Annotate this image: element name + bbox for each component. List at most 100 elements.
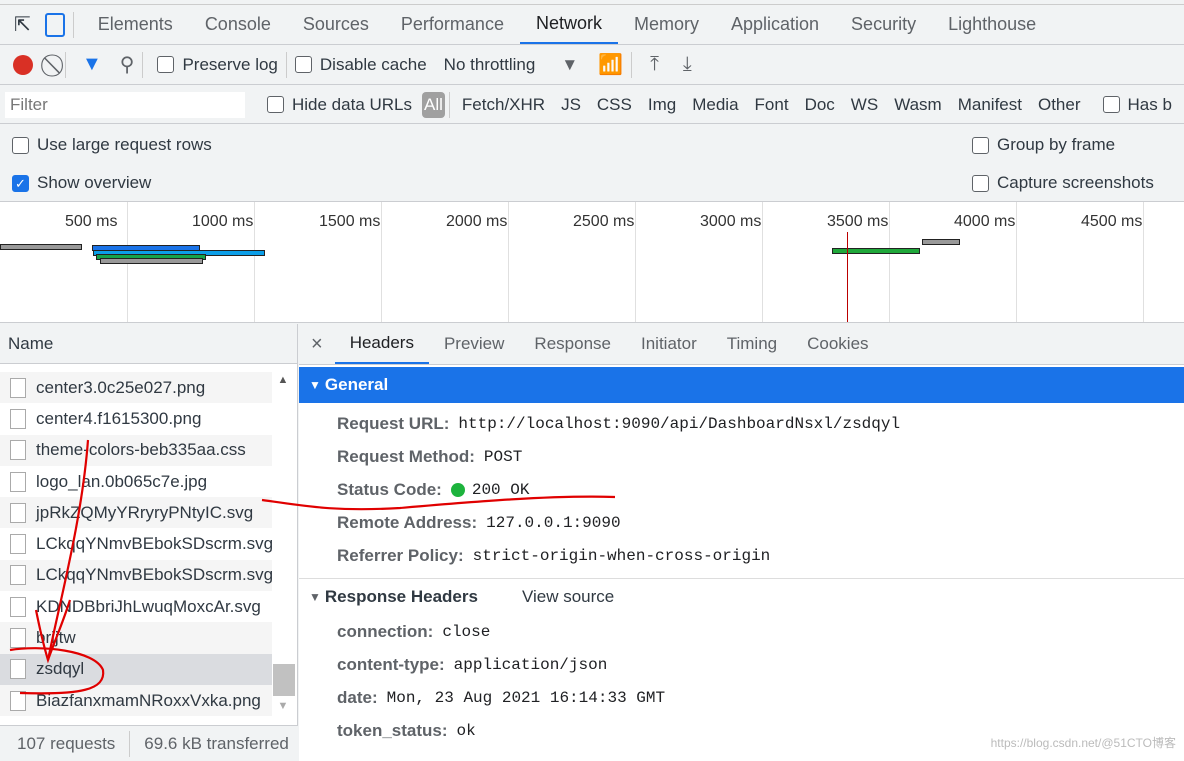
grid-line: [1143, 202, 1144, 322]
request-row[interactable]: logo_lan.0b065c7e.jpg: [0, 466, 272, 497]
header-value: close: [442, 622, 491, 641]
scroll-down-icon[interactable]: ▼: [273, 700, 293, 712]
filter-type-js[interactable]: JS: [553, 95, 589, 115]
filter-type-all[interactable]: All: [422, 91, 445, 118]
time-tick-label: 500 ms: [65, 213, 118, 230]
request-name: logo_lan.0b065c7e.jpg: [36, 471, 208, 491]
request-row[interactable]: center3.0c25e027.png: [0, 372, 272, 404]
throttling-select[interactable]: No throttling: [444, 55, 536, 75]
filter-input[interactable]: Filter: [5, 91, 245, 118]
group-by-frame-checkbox[interactable]: [972, 136, 989, 154]
request-row[interactable]: theme-colors-beb335aa.css: [0, 434, 272, 466]
request-name: center4.f1615300.png: [36, 408, 202, 428]
hide-data-urls-checkbox[interactable]: [267, 96, 284, 113]
header-key: Status Code:: [337, 479, 442, 499]
request-row[interactable]: center4.f1615300.png: [0, 403, 272, 434]
tab-headers[interactable]: Headers: [334, 324, 429, 364]
overview-bar: [922, 239, 960, 245]
header-key: date:: [337, 687, 378, 707]
filter-type-manifest[interactable]: Manifest: [950, 95, 1030, 115]
tab-initiator[interactable]: Initiator: [626, 324, 712, 364]
header-value: 127.0.0.1:9090: [486, 513, 621, 532]
tab-memory[interactable]: Memory: [618, 5, 715, 44]
request-name: BiazfanxmamNRoxxVxka.png: [36, 690, 261, 710]
disable-cache-checkbox[interactable]: [294, 56, 312, 73]
tab-elements[interactable]: Elements: [82, 5, 189, 44]
filter-type-ws[interactable]: WS: [843, 95, 886, 115]
tab-application[interactable]: Application: [715, 5, 835, 44]
general-section-header[interactable]: ▼ General: [299, 367, 1184, 403]
request-name: zsdqyl: [36, 659, 85, 679]
request-row[interactable]: LCkqqYNmvBEbokSDscrm.svg: [0, 528, 273, 559]
tab-response[interactable]: Response: [519, 324, 626, 364]
chevron-down-icon[interactable]: ▼: [561, 55, 578, 75]
divider: [72, 11, 74, 38]
header-value: Mon, 23 Aug 2021 16:14:33 GMT: [386, 688, 666, 707]
request-name: theme-colors-beb335aa.css: [36, 440, 246, 460]
response-headers-title: Response Headers: [324, 587, 478, 606]
filter-type-img[interactable]: Img: [640, 95, 684, 115]
triangle-down-icon: ▼: [309, 590, 321, 604]
scrollbar[interactable]: ▲ ▼: [273, 374, 295, 712]
filter-type-doc[interactable]: Doc: [797, 95, 843, 115]
name-column-header[interactable]: Name: [0, 324, 297, 364]
tab-performance[interactable]: Performance: [385, 5, 520, 44]
device-toolbar-icon[interactable]: [44, 12, 65, 37]
header-key: Request Method:: [337, 446, 475, 466]
time-tick-label: 2500 ms: [573, 213, 635, 230]
time-tick-label: 3000 ms: [700, 213, 762, 230]
general-header-row: Request Method: POST: [299, 440, 1184, 473]
view-source-link[interactable]: View source: [522, 587, 614, 607]
triangle-down-icon: ▼: [309, 378, 321, 392]
tab-console[interactable]: Console: [189, 5, 287, 44]
request-row[interactable]: LCkqqYNmvBEbokSDscrm.svg: [0, 559, 273, 592]
record-icon[interactable]: [13, 54, 33, 75]
export-har-icon[interactable]: ⤓: [683, 53, 692, 76]
tab-security[interactable]: Security: [835, 5, 932, 44]
time-tick-label: 3500 ms: [827, 213, 889, 230]
grid-line: [1016, 202, 1017, 322]
header-value: ok: [456, 721, 476, 740]
filter-icon[interactable]: ▼: [82, 53, 102, 76]
response-headers-section-header[interactable]: ▼ Response Headers View source: [299, 579, 1184, 615]
disable-cache-label: Disable cache: [319, 54, 427, 74]
close-icon[interactable]: ×: [299, 333, 335, 356]
wifi-settings-icon[interactable]: 📶: [598, 52, 623, 77]
show-overview-checkbox[interactable]: ✓: [12, 174, 29, 192]
filter-type-other[interactable]: Other: [1030, 95, 1089, 115]
time-tick-label: 4500 ms: [1081, 213, 1143, 230]
tab-lighthouse[interactable]: Lighthouse: [932, 5, 1052, 44]
preserve-log-checkbox[interactable]: [157, 56, 175, 73]
tab-network[interactable]: Network: [519, 5, 618, 44]
search-icon[interactable]: ⚲: [120, 52, 135, 77]
request-row[interactable]: KDNDBbriJhLwuqMoxcAr.svg: [0, 591, 272, 622]
request-row[interactable]: jpRkZQMyYRryryPNtyIC.svg: [0, 497, 272, 529]
scroll-up-icon[interactable]: ▲: [273, 374, 293, 386]
request-row[interactable]: brijtw: [0, 622, 272, 654]
large-rows-checkbox[interactable]: [12, 136, 29, 154]
filter-type-font[interactable]: Font: [747, 95, 797, 115]
file-icon: [10, 408, 26, 429]
capture-screenshots-checkbox[interactable]: [972, 174, 989, 192]
scrollbar-thumb[interactable]: [273, 664, 295, 696]
network-overview[interactable]: 500 ms 1000 ms 1500 ms 2000 ms 2500 ms 3000 m…: [0, 202, 1184, 323]
devtools-tabbar: ⇱ Elements Console Sources Performance Netwo…: [0, 4, 1184, 45]
header-value: 200 OK: [471, 480, 530, 499]
filter-type-fetch-xhr[interactable]: Fetch/XHR: [454, 95, 553, 115]
filter-type-media[interactable]: Media: [684, 95, 746, 115]
general-header-row: Request URL: http://localhost:9090/api/Da…: [299, 407, 1184, 440]
divider: [448, 91, 450, 118]
inspect-element-icon[interactable]: ⇱: [14, 12, 31, 37]
has-blocked-cookies-checkbox[interactable]: [1102, 96, 1120, 113]
filter-type-css[interactable]: CSS: [589, 95, 640, 115]
tab-timing[interactable]: Timing: [712, 324, 792, 364]
tab-preview[interactable]: Preview: [429, 324, 519, 364]
filter-bar: Filter Hide data URLs All Fetch/XHR JS CSS I…: [0, 86, 1184, 124]
tab-cookies[interactable]: Cookies: [792, 324, 883, 364]
import-har-icon[interactable]: ⤒: [650, 53, 659, 76]
request-row[interactable]: BiazfanxmamNRoxxVxka.png: [0, 684, 272, 717]
tab-sources[interactable]: Sources: [287, 5, 385, 44]
request-row[interactable]: zsdqyl: [0, 653, 272, 685]
name-header-label: Name: [8, 333, 54, 353]
filter-type-wasm[interactable]: Wasm: [886, 95, 950, 115]
